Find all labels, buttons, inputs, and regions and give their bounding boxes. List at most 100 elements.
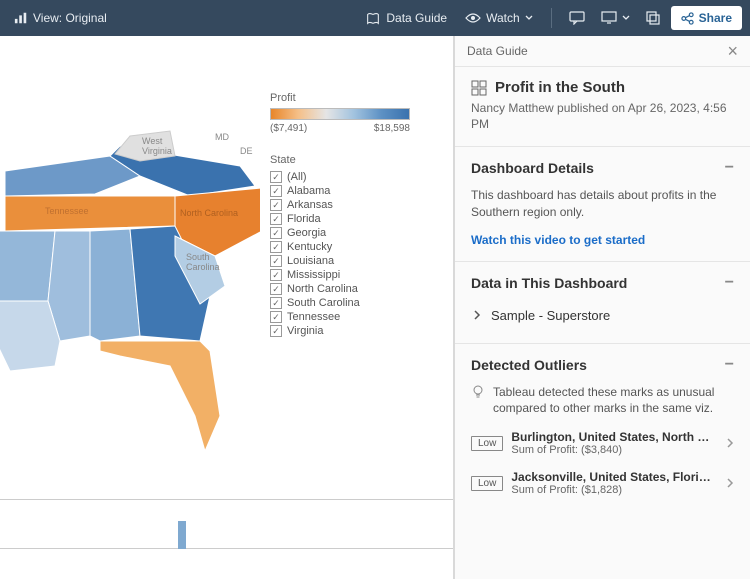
chart-bar — [178, 521, 186, 549]
comment-icon — [569, 11, 585, 25]
state-label: Mississippi — [287, 269, 340, 281]
state-checkbox-row[interactable]: Arkansas — [270, 198, 440, 212]
state-label: Arkansas — [287, 199, 333, 211]
data-guide-button[interactable]: Data Guide — [359, 7, 453, 29]
screen-icon — [601, 11, 617, 25]
data-guide-label: Data Guide — [386, 11, 447, 25]
legend-panel: Profit ($7,491) $18,598 State (All) Alaba… — [270, 92, 440, 338]
present-button[interactable] — [596, 7, 635, 29]
checkbox-icon[interactable] — [270, 255, 282, 267]
checkbox-icon[interactable] — [270, 199, 282, 211]
state-label: Tennessee — [287, 311, 340, 323]
state-label: Alabama — [287, 185, 330, 197]
top-toolbar: View: Original Data Guide Watch Share — [0, 0, 750, 36]
chevron-right-icon — [473, 309, 481, 321]
secondary-chart[interactable] — [0, 499, 453, 579]
lightbulb-icon — [471, 385, 485, 399]
checkbox-icon[interactable] — [270, 185, 282, 197]
guide-title-section: Profit in the South Nancy Matthew publis… — [455, 67, 750, 147]
outliers-section: Detected Outliers − Tableau detected the… — [455, 344, 750, 510]
checkbox-icon[interactable] — [270, 325, 282, 337]
guide-header: Data Guide × — [455, 36, 750, 67]
share-button[interactable]: Share — [671, 6, 742, 30]
guide-header-title: Data Guide — [467, 44, 528, 58]
dashboard-title: Profit in the South — [495, 79, 625, 96]
bar-chart-icon — [14, 11, 28, 25]
collapse-icon[interactable]: − — [725, 356, 734, 374]
share-icon — [681, 12, 694, 25]
color-gradient[interactable] — [270, 108, 410, 120]
state-checkbox-row[interactable]: Florida — [270, 212, 440, 226]
watch-label: Watch — [486, 11, 520, 25]
state-label: Virginia — [287, 325, 324, 337]
data-sources-section: Data in This Dashboard − Sample - Supers… — [455, 262, 750, 344]
close-icon[interactable]: × — [727, 42, 738, 60]
checkbox-icon[interactable] — [270, 213, 282, 225]
outlier-subtitle: Sum of Profit: ($3,840) — [511, 444, 718, 456]
chart-axis — [0, 548, 453, 549]
divider — [551, 8, 552, 28]
lightbulb-icon — [365, 11, 381, 25]
state-checkbox-row[interactable]: (All) — [270, 170, 440, 184]
checkbox-icon[interactable] — [270, 227, 282, 239]
state-label: Georgia — [287, 227, 326, 239]
eye-icon — [465, 12, 481, 24]
data-source-name: Sample - Superstore — [491, 308, 610, 323]
state-filter: State (All) Alabama Arkansas Florida Georgia… — [270, 154, 440, 338]
state-label: North Carolina — [287, 283, 358, 295]
checkbox-icon[interactable] — [270, 311, 282, 323]
outlier-subtitle: Sum of Profit: ($1,828) — [511, 484, 718, 496]
outliers-intro: Tableau detected these marks as unusual … — [471, 384, 734, 416]
chevron-down-icon — [622, 15, 630, 21]
watch-button[interactable]: Watch — [459, 7, 539, 29]
state-checkbox-row[interactable]: Kentucky — [270, 240, 440, 254]
details-body: This dashboard has details about profits… — [471, 187, 734, 221]
comment-button[interactable] — [564, 7, 590, 29]
choropleth-map[interactable]: West Virginia MD DE Tennessee North Caro… — [0, 36, 260, 476]
state-label: Louisiana — [287, 255, 334, 267]
legend-min: ($7,491) — [270, 123, 307, 134]
state-label: (All) — [287, 171, 307, 183]
collapse-icon[interactable]: − — [725, 159, 734, 177]
chevron-down-icon — [525, 15, 533, 21]
checkbox-icon[interactable] — [270, 269, 282, 281]
data-source-item[interactable]: Sample - Superstore — [471, 302, 734, 329]
fullscreen-icon — [646, 11, 660, 25]
checkbox-icon[interactable] — [270, 171, 282, 183]
state-checkbox-row[interactable]: Louisiana — [270, 254, 440, 268]
checkbox-icon[interactable] — [270, 283, 282, 295]
state-checkbox-row[interactable]: Alabama — [270, 184, 440, 198]
view-selector[interactable]: View: Original — [8, 7, 113, 29]
dashboard-icon — [471, 80, 487, 96]
chevron-right-icon — [726, 477, 734, 489]
state-label: South Carolina — [287, 297, 360, 309]
state-checkbox-row[interactable]: North Carolina — [270, 282, 440, 296]
collapse-icon[interactable]: − — [725, 274, 734, 292]
outlier-card[interactable]: Low Burlington, United States, North C…Su… — [471, 430, 734, 456]
state-filter-title: State — [270, 154, 440, 166]
dashboard-meta: Nancy Matthew published on Apr 26, 2023,… — [471, 100, 734, 132]
state-checkbox-row[interactable]: South Carolina — [270, 296, 440, 310]
data-in-heading: Data in This Dashboard — [471, 275, 627, 291]
outlier-card[interactable]: Low Jacksonville, United States, Florid…S… — [471, 470, 734, 496]
legend-title: Profit — [270, 92, 440, 104]
state-label: Florida — [287, 213, 321, 225]
checkbox-icon[interactable] — [270, 297, 282, 309]
video-link[interactable]: Watch this video to get started — [471, 233, 645, 247]
state-checkbox-row[interactable]: Virginia — [270, 324, 440, 338]
data-guide-panel: Data Guide × Profit in the South Nancy M… — [454, 36, 750, 579]
share-label: Share — [699, 11, 732, 25]
visualization-panel: West Virginia MD DE Tennessee North Caro… — [0, 36, 454, 579]
fullscreen-button[interactable] — [641, 7, 665, 29]
checkbox-icon[interactable] — [270, 241, 282, 253]
state-checkbox-row[interactable]: Georgia — [270, 226, 440, 240]
legend-max: $18,598 — [374, 123, 410, 134]
state-checkbox-row[interactable]: Mississippi — [270, 268, 440, 282]
outlier-tag: Low — [471, 476, 503, 491]
outlier-title: Burlington, United States, North C… — [511, 430, 718, 444]
gradient-labels: ($7,491) $18,598 — [270, 123, 410, 134]
state-checkbox-row[interactable]: Tennessee — [270, 310, 440, 324]
outlier-tag: Low — [471, 436, 503, 451]
chevron-right-icon — [726, 437, 734, 449]
outlier-title: Jacksonville, United States, Florid… — [511, 470, 718, 484]
